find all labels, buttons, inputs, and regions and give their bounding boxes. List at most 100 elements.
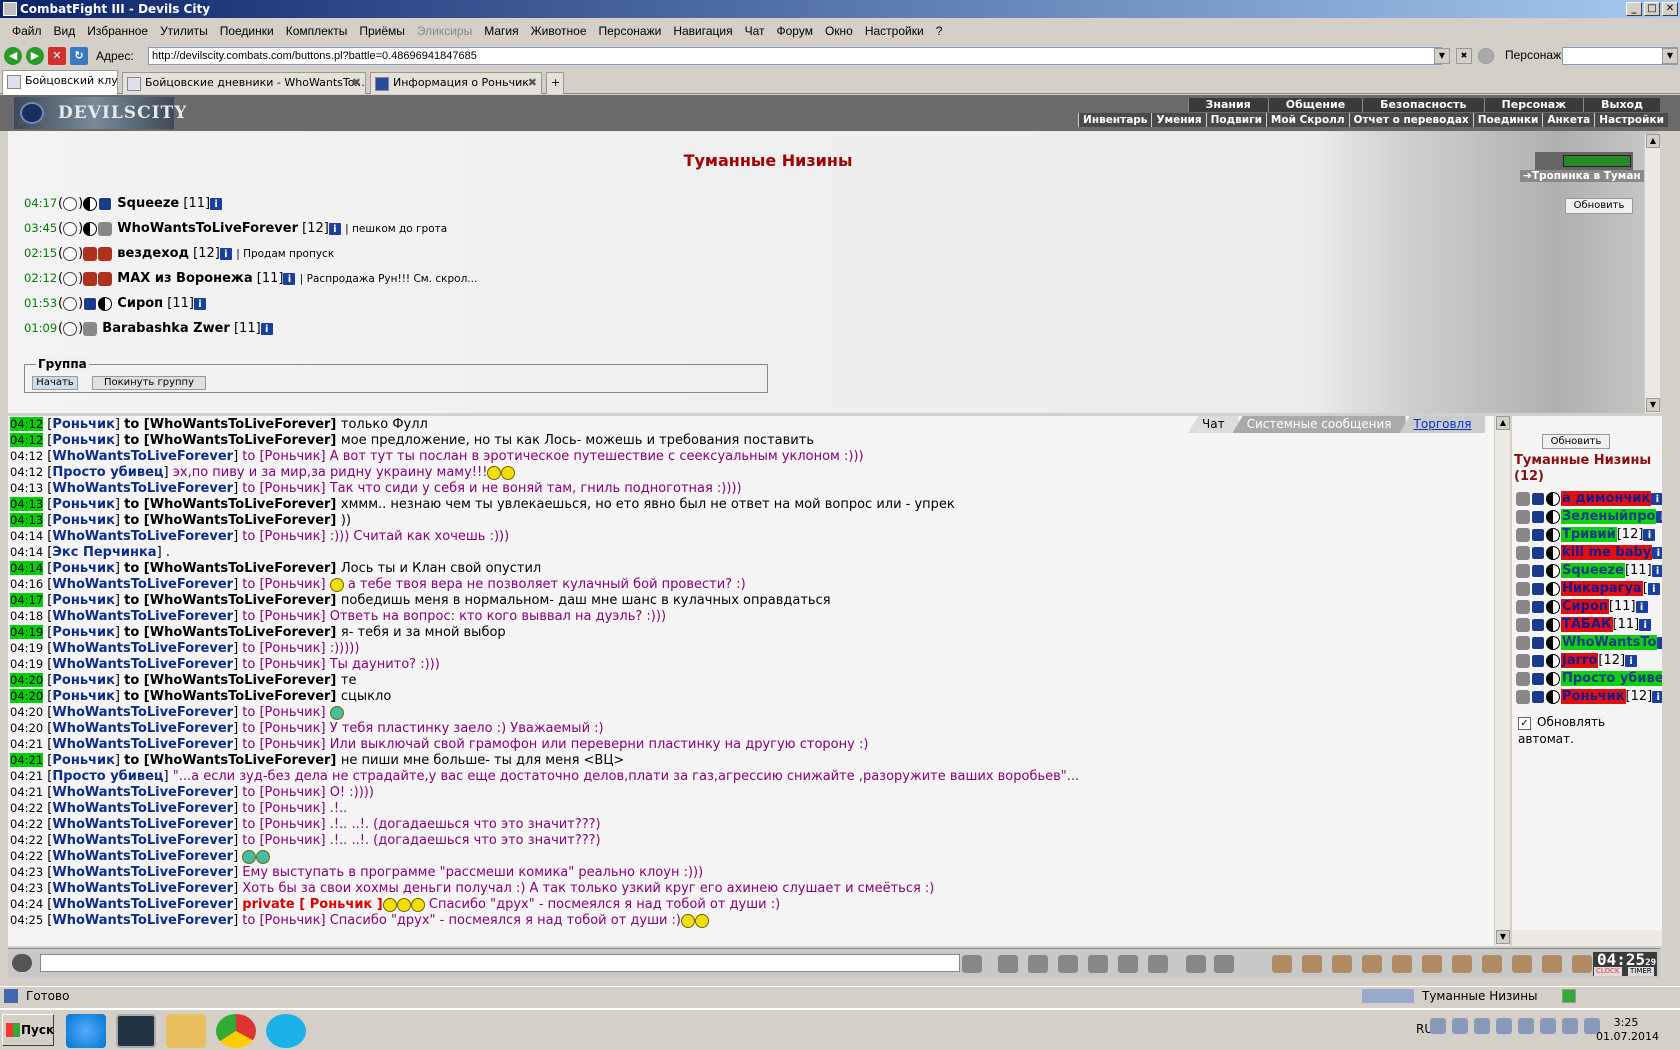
info-icon[interactable]: i: [1651, 492, 1662, 505]
toolbar-button-icon[interactable]: [1542, 955, 1562, 973]
close-tab-icon[interactable]: ✖: [528, 73, 537, 93]
player-name[interactable]: WhoWantsToLiveForever: [117, 221, 298, 236]
toolbar-button-icon[interactable]: [1332, 955, 1352, 973]
subnav-item[interactable]: Отчет о переводах: [1348, 113, 1473, 127]
persona-dropdown[interactable]: ▼: [1662, 48, 1678, 64]
chat-tab[interactable]: Системные сообщения: [1232, 416, 1406, 433]
chat-scroll-up-icon[interactable]: ▲: [1496, 416, 1510, 430]
refresh-icon[interactable]: ↻: [70, 47, 88, 65]
sender-name[interactable]: WhoWantsToLiveForever: [52, 785, 233, 800]
scroll-up-icon[interactable]: ▲: [1646, 134, 1660, 148]
scroll-down-icon[interactable]: ▼: [1646, 398, 1660, 412]
tray-icon-2[interactable]: [1452, 1018, 1468, 1034]
sender-name[interactable]: WhoWantsToLiveForever: [52, 833, 233, 848]
topnav-item[interactable]: Безопасность: [1362, 98, 1484, 112]
sender-name[interactable]: Экс Перчинка: [52, 545, 156, 560]
menu-item[interactable]: Эликсиры: [411, 24, 478, 38]
sender-name[interactable]: WhoWantsToLiveForever: [52, 481, 233, 496]
maximize-button[interactable]: □: [1644, 2, 1660, 16]
start-button[interactable]: Начать: [32, 376, 78, 390]
toolbar-button-icon[interactable]: [1362, 955, 1382, 973]
sender-name[interactable]: WhoWantsToLiveForever: [52, 657, 233, 672]
subnav-item[interactable]: Настройки: [1594, 113, 1668, 127]
menu-item[interactable]: Настройки: [859, 24, 930, 38]
info-icon[interactable]: i: [328, 222, 341, 235]
user-name[interactable]: Сироп: [1561, 599, 1609, 614]
chat-input[interactable]: [40, 954, 960, 972]
toolbar-button-icon[interactable]: [1058, 955, 1078, 973]
tray-icon-6[interactable]: [1540, 1018, 1556, 1034]
subnav-item[interactable]: Мой Скролл: [1265, 113, 1349, 127]
tray-icon-1[interactable]: [1430, 1018, 1446, 1034]
menu-item[interactable]: Поединки: [214, 24, 280, 38]
sender-name[interactable]: Просто убивец: [52, 465, 163, 480]
go-icon[interactable]: ✖: [1456, 48, 1472, 64]
user-name[interactable]: a димончик: [1561, 491, 1652, 506]
menu-item[interactable]: Утилиты: [154, 24, 214, 38]
player-name[interactable]: Barabashka Zwer: [102, 321, 230, 336]
menu-item[interactable]: Персонажи: [593, 24, 668, 38]
menu-item[interactable]: Навигация: [667, 24, 738, 38]
player-name[interactable]: Сироп: [117, 296, 163, 311]
stop-icon[interactable]: ✕: [48, 47, 66, 65]
player-name[interactable]: Squeeze: [117, 196, 179, 211]
menu-item[interactable]: Приёмы: [353, 24, 411, 38]
toolbar-button-icon[interactable]: [962, 955, 982, 973]
info-icon[interactable]: i: [1643, 528, 1656, 541]
sender-name[interactable]: WhoWantsToLiveForever: [52, 881, 233, 896]
sender-name[interactable]: Роньчик: [52, 625, 115, 640]
menu-item[interactable]: Вид: [48, 24, 82, 38]
info-icon[interactable]: i: [1625, 654, 1638, 667]
toolbar-button-icon[interactable]: [1512, 955, 1532, 973]
sender-name[interactable]: Роньчик: [52, 433, 115, 448]
sender-name[interactable]: Роньчик: [52, 753, 115, 768]
sender-name[interactable]: Роньчик: [52, 417, 115, 432]
toolbar-button-icon[interactable]: [1302, 955, 1322, 973]
location-scrollbar[interactable]: ▲ ▼: [1644, 134, 1660, 413]
info-icon[interactable]: i: [1647, 582, 1660, 595]
sender-name[interactable]: Просто убивец: [52, 769, 163, 784]
chat-tab[interactable]: Торговля: [1399, 416, 1486, 433]
subnav-item[interactable]: Анкета: [1542, 113, 1595, 127]
people-icon[interactable]: [1478, 48, 1494, 64]
folder-icon[interactable]: [166, 1014, 206, 1048]
sender-name[interactable]: WhoWantsToLiveForever: [52, 913, 233, 928]
sender-name[interactable]: Роньчик: [52, 673, 115, 688]
taskbar-clock[interactable]: 3:25 01.07.2014: [1596, 1016, 1659, 1044]
user-name[interactable]: Зеленыйпро: [1561, 509, 1657, 524]
topnav-item[interactable]: Общение: [1267, 98, 1363, 112]
close-tab-icon[interactable]: ✖: [352, 73, 361, 93]
info-icon[interactable]: i: [260, 322, 273, 335]
combatfight-icon[interactable]: [116, 1014, 156, 1048]
user-name[interactable]: Squeeze: [1561, 563, 1625, 578]
ie-icon[interactable]: [66, 1014, 106, 1048]
sender-name[interactable]: WhoWantsToLiveForever: [52, 641, 233, 656]
menu-item[interactable]: Магия: [478, 24, 524, 38]
info-icon[interactable]: i: [1657, 636, 1662, 649]
user-name[interactable]: Роньчик: [1561, 689, 1626, 704]
tray-icon-3[interactable]: [1474, 1018, 1490, 1034]
info-icon[interactable]: i: [283, 272, 296, 285]
forward-icon[interactable]: ▶: [26, 47, 44, 65]
address-input[interactable]: http://devilscity.combats.com/buttons.pl…: [148, 47, 1442, 65]
topnav-item[interactable]: Знания: [1187, 98, 1268, 112]
info-icon[interactable]: i: [1639, 618, 1652, 631]
info-icon[interactable]: i: [210, 197, 223, 210]
sender-name[interactable]: WhoWantsToLiveForever: [52, 529, 233, 544]
sender-name[interactable]: Роньчик: [52, 561, 115, 576]
toolbar-button-icon[interactable]: [1118, 955, 1138, 973]
persona-select[interactable]: [1562, 47, 1678, 65]
user-name[interactable]: Тривий: [1561, 527, 1617, 542]
menu-item[interactable]: Чат: [739, 24, 771, 38]
sender-name[interactable]: WhoWantsToLiveForever: [52, 721, 233, 736]
toolbar-button-icon[interactable]: [1028, 955, 1048, 973]
user-name[interactable]: Jarro: [1561, 653, 1599, 668]
sender-name[interactable]: WhoWantsToLiveForever: [52, 705, 233, 720]
route-link[interactable]: ➔Тропинка в Туман: [1520, 170, 1644, 182]
back-icon[interactable]: ◀: [4, 47, 22, 65]
start-button-taskbar[interactable]: Пуск: [2, 1014, 54, 1046]
browser-tab[interactable]: Бойцовский клуб: [2, 70, 118, 95]
sender-name[interactable]: WhoWantsToLiveForever: [52, 609, 233, 624]
menu-item[interactable]: Избранное: [81, 24, 154, 38]
new-tab-button[interactable]: +: [546, 72, 564, 94]
